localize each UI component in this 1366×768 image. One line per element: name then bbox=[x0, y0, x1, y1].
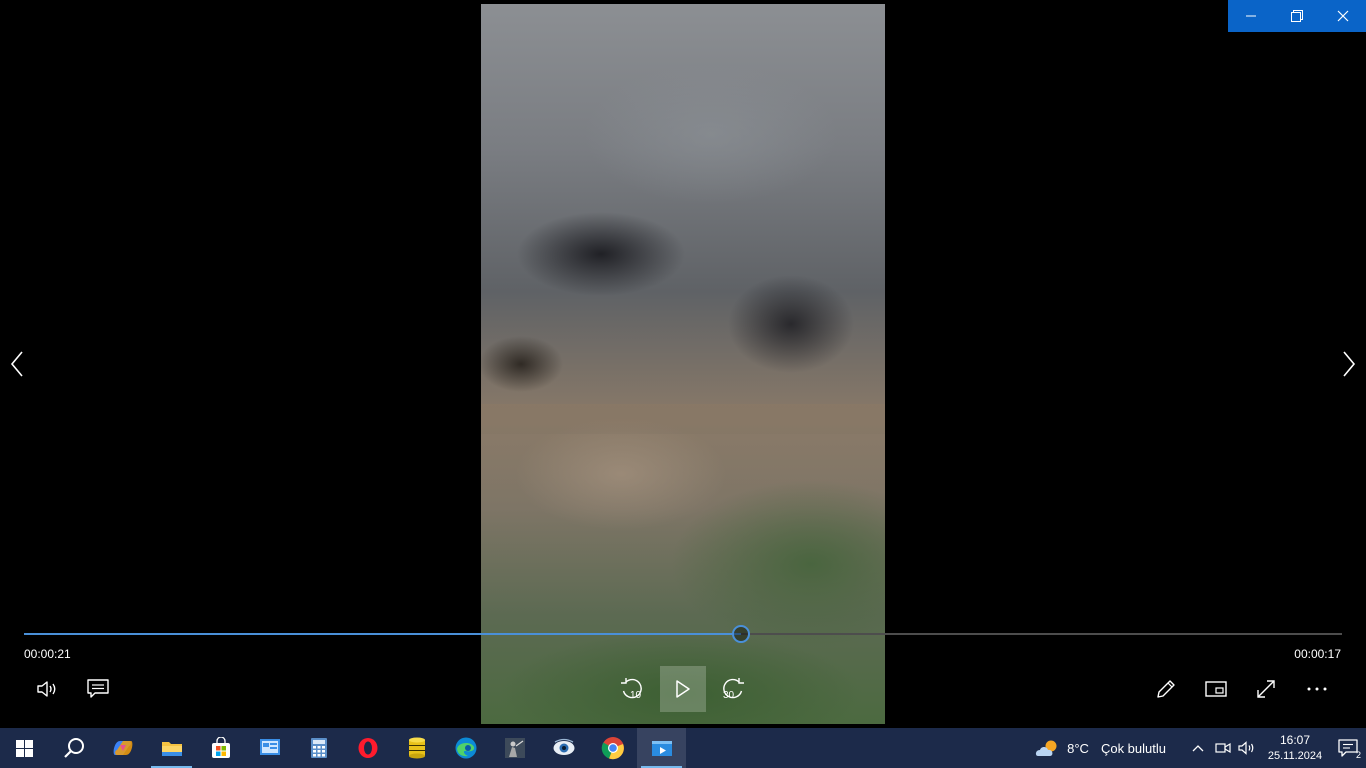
opera-app[interactable] bbox=[343, 728, 392, 768]
chevron-left-icon bbox=[10, 351, 23, 377]
fullscreen-icon bbox=[1257, 680, 1275, 698]
more-options-button[interactable] bbox=[1294, 666, 1340, 712]
video-content bbox=[481, 404, 885, 434]
mini-view-button[interactable] bbox=[1193, 666, 1239, 712]
mini-view-icon bbox=[1205, 681, 1227, 697]
volume-button[interactable] bbox=[25, 666, 71, 712]
rewind-icon: 10 bbox=[621, 678, 642, 701]
notification-center-button[interactable]: 2 bbox=[1330, 728, 1366, 768]
folder-icon bbox=[161, 742, 182, 756]
seek-bar[interactable] bbox=[24, 625, 1342, 643]
game-icon bbox=[504, 738, 525, 758]
weather-widget[interactable]: 8°C Çok bulutlu bbox=[1025, 728, 1176, 768]
forward-button[interactable]: 30 bbox=[710, 666, 756, 712]
close-button[interactable] bbox=[1320, 0, 1366, 32]
database-app[interactable] bbox=[392, 728, 441, 768]
play-button[interactable] bbox=[660, 666, 706, 712]
forward-icon: 30 bbox=[723, 678, 744, 701]
show-hidden-icons-button[interactable] bbox=[1184, 728, 1212, 768]
edge-app[interactable] bbox=[441, 728, 490, 768]
security-camera-app[interactable] bbox=[539, 728, 588, 768]
speaker-icon bbox=[1238, 741, 1254, 755]
search-icon bbox=[63, 738, 84, 758]
window-controls bbox=[1228, 0, 1366, 32]
game-app[interactable] bbox=[490, 728, 539, 768]
notification-count: 2 bbox=[1355, 750, 1361, 760]
clock-time: 16:07 bbox=[1279, 733, 1311, 747]
previous-button[interactable] bbox=[2, 349, 32, 379]
captions-button[interactable] bbox=[75, 666, 121, 712]
minimize-icon bbox=[1246, 15, 1256, 17]
fullscreen-button[interactable] bbox=[1243, 666, 1289, 712]
calculator-icon bbox=[310, 738, 327, 758]
seek-thumb[interactable] bbox=[731, 625, 750, 643]
chevron-up-icon bbox=[1192, 745, 1204, 752]
restore-button[interactable] bbox=[1274, 0, 1320, 32]
media-player-window: 00:00:21 00:00:17 10 30 bbox=[0, 0, 1366, 728]
chevron-right-icon bbox=[1343, 351, 1356, 377]
ellipsis-icon bbox=[1307, 687, 1327, 691]
seek-progress bbox=[24, 633, 741, 635]
copilot-icon bbox=[113, 741, 132, 755]
play-icon bbox=[676, 680, 690, 698]
store-icon bbox=[211, 737, 230, 758]
partly-cloudy-icon bbox=[1036, 740, 1057, 756]
media-player-icon bbox=[651, 741, 672, 756]
store-app[interactable] bbox=[196, 728, 245, 768]
minimize-button[interactable] bbox=[1228, 0, 1274, 32]
remaining-time: 00:00:17 bbox=[1294, 647, 1341, 661]
pencil-icon bbox=[1157, 680, 1175, 698]
clock[interactable]: 16:07 25.11.2024 bbox=[1260, 732, 1330, 764]
weather-temperature: 8°C bbox=[1067, 740, 1089, 756]
speaker-button[interactable] bbox=[1234, 728, 1260, 768]
media-player-app[interactable] bbox=[637, 728, 686, 768]
eye-icon bbox=[553, 738, 574, 755]
search-button[interactable] bbox=[49, 728, 98, 768]
video-frame[interactable] bbox=[481, 4, 885, 724]
elapsed-time: 00:00:21 bbox=[24, 647, 71, 661]
camera-icon bbox=[1215, 742, 1231, 754]
system-tray: 8°C Çok bulutlu 16:07 25.11.2024 2 bbox=[1025, 728, 1366, 768]
weather-description: Çok bulutlu bbox=[1100, 740, 1166, 756]
volume-icon bbox=[37, 681, 56, 697]
chrome-app[interactable] bbox=[588, 728, 637, 768]
captions-icon bbox=[87, 679, 109, 698]
restore-icon bbox=[1291, 10, 1303, 22]
windows-icon bbox=[16, 739, 33, 757]
control-panel-app[interactable] bbox=[245, 728, 294, 768]
opera-icon bbox=[358, 738, 377, 758]
file-explorer-app[interactable] bbox=[147, 728, 196, 768]
meet-now-button[interactable] bbox=[1212, 728, 1234, 768]
control-panel-icon bbox=[259, 739, 280, 755]
rewind-seconds: 10 bbox=[630, 690, 642, 701]
next-button[interactable] bbox=[1334, 349, 1364, 379]
forward-seconds: 30 bbox=[723, 690, 735, 701]
chrome-icon bbox=[601, 737, 624, 760]
rewind-button[interactable]: 10 bbox=[609, 666, 655, 712]
calculator-app[interactable] bbox=[294, 728, 343, 768]
database-icon bbox=[408, 737, 425, 759]
edit-button[interactable] bbox=[1143, 666, 1189, 712]
start-button[interactable] bbox=[0, 728, 49, 768]
edge-icon bbox=[455, 737, 476, 759]
copilot-app[interactable] bbox=[98, 728, 147, 768]
clock-date: 25.11.2024 bbox=[1267, 750, 1323, 762]
close-icon bbox=[1337, 10, 1349, 22]
taskbar: 8°C Çok bulutlu 16:07 25.11.2024 2 bbox=[0, 728, 1366, 768]
